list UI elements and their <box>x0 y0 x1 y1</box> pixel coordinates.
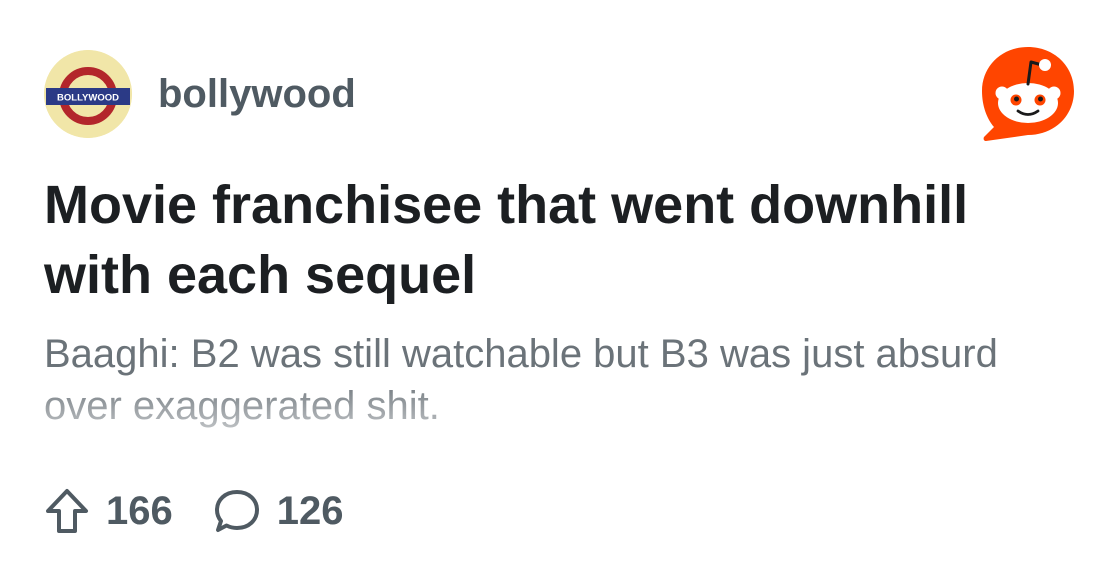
upvote-stat[interactable]: 166 <box>44 487 173 535</box>
comment-count: 126 <box>276 488 344 533</box>
upvote-arrow-icon[interactable] <box>44 487 90 535</box>
comment-bubble-icon[interactable] <box>213 487 261 535</box>
avatar-text: BOLLYWOOD <box>57 93 119 104</box>
post-title[interactable]: Movie franchisee that went downhill with… <box>44 170 1074 310</box>
post-card[interactable]: BOLLYWOOD bollywood Movie franchisee tha… <box>0 0 1120 584</box>
subreddit-name[interactable]: bollywood <box>158 72 356 117</box>
post-stats: 166 126 <box>44 486 384 536</box>
post-body: Baaghi: B2 was still watchable but B3 wa… <box>44 332 998 428</box>
roundel-logo-icon: BOLLYWOOD <box>44 50 132 138</box>
upvote-count: 166 <box>106 488 173 533</box>
post-header: BOLLYWOOD bollywood <box>44 50 356 138</box>
reddit-logo-icon[interactable] <box>978 43 1078 143</box>
subreddit-avatar[interactable]: BOLLYWOOD <box>44 50 132 138</box>
comment-stat[interactable]: 126 <box>213 487 344 535</box>
